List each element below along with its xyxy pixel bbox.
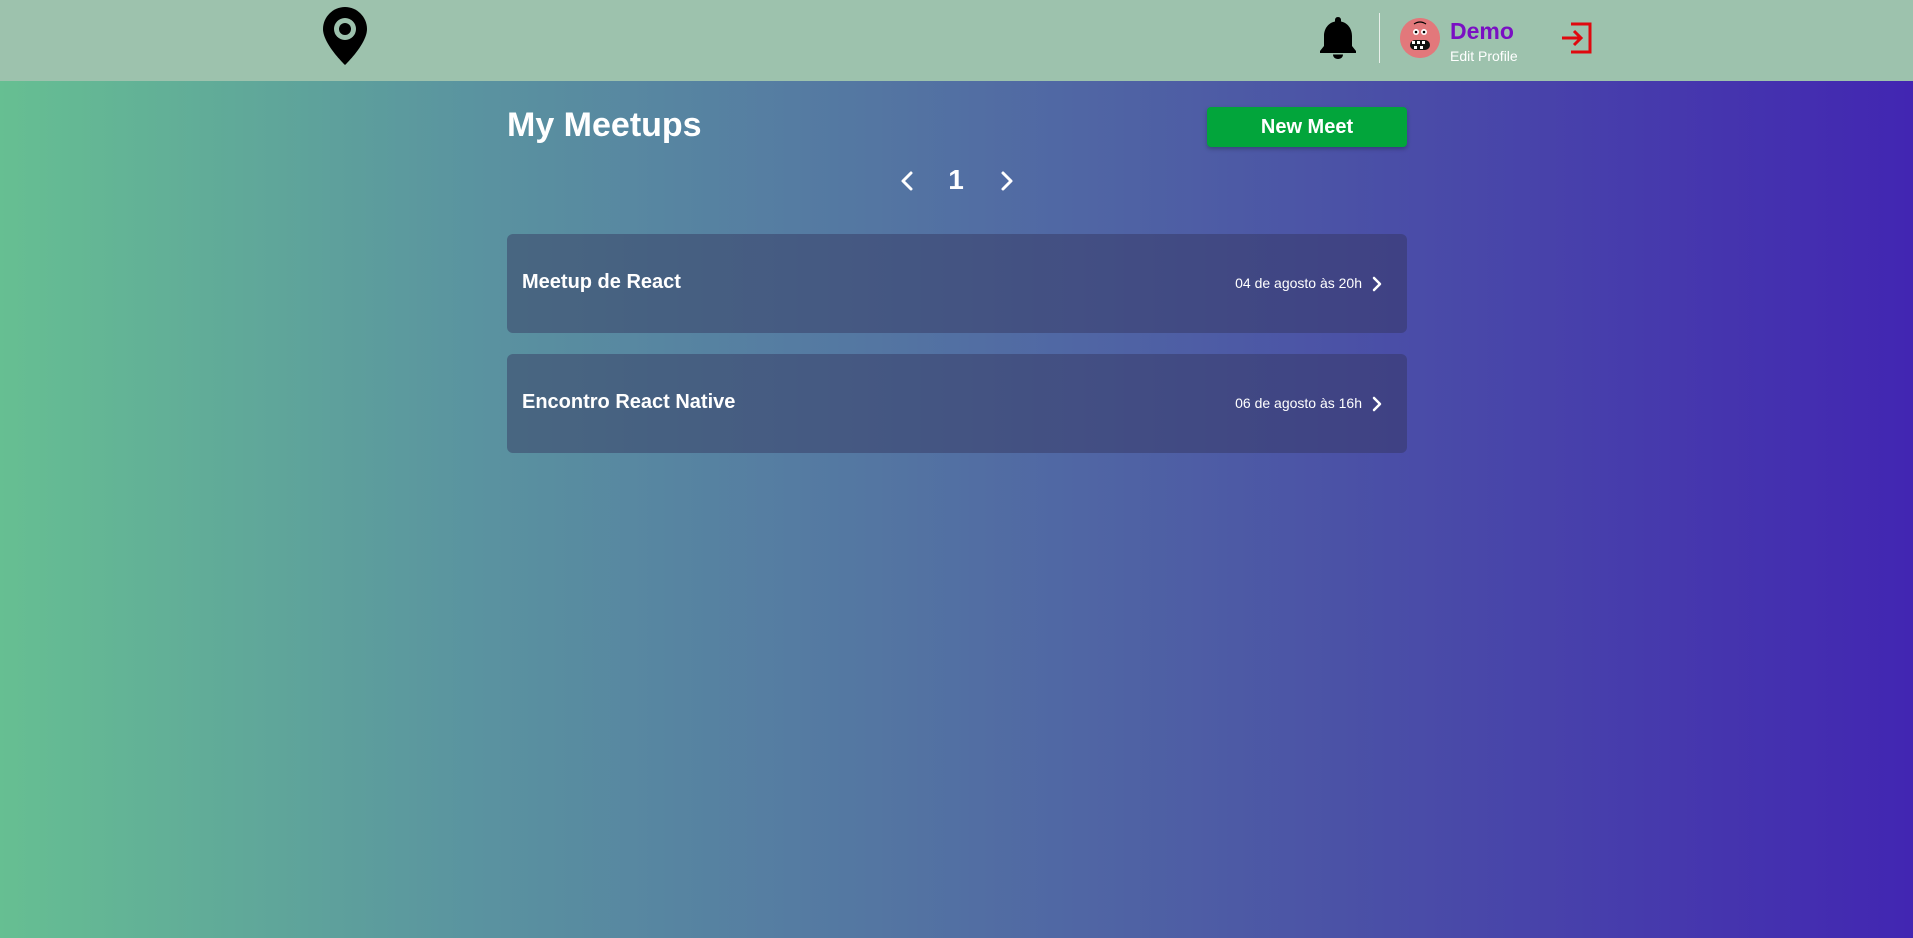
chevron-right-icon: [1372, 396, 1382, 412]
edit-profile-link[interactable]: Edit Profile: [1450, 48, 1518, 64]
user-name: Demo: [1450, 18, 1514, 44]
map-pin-icon[interactable]: [322, 6, 368, 66]
meetup-date: 04 de agosto às 20h: [1235, 275, 1362, 291]
top-bar: Demo Edit Profile: [0, 0, 1913, 81]
meetup-title: Encontro React Native: [522, 391, 736, 413]
page-title: My Meetups: [507, 106, 702, 144]
chevron-right-icon[interactable]: [996, 170, 1018, 192]
meetup-title: Meetup de React: [522, 271, 681, 293]
meetup-item[interactable]: Encontro React Native 06 de agosto às 16…: [507, 354, 1407, 453]
new-meet-button[interactable]: New Meet: [1207, 107, 1407, 147]
header-divider: [1379, 13, 1380, 63]
logout-icon[interactable]: [1559, 21, 1593, 55]
bell-icon[interactable]: [1317, 15, 1359, 59]
chevron-left-icon[interactable]: [896, 170, 918, 192]
avatar-face-icon: [1400, 18, 1440, 58]
avatar[interactable]: [1400, 18, 1440, 58]
meetup-item[interactable]: Meetup de React 04 de agosto às 20h: [507, 234, 1407, 333]
chevron-right-icon: [1372, 276, 1382, 292]
meetup-date: 06 de agosto às 16h: [1235, 395, 1362, 411]
current-page-number: 1: [948, 164, 964, 195]
